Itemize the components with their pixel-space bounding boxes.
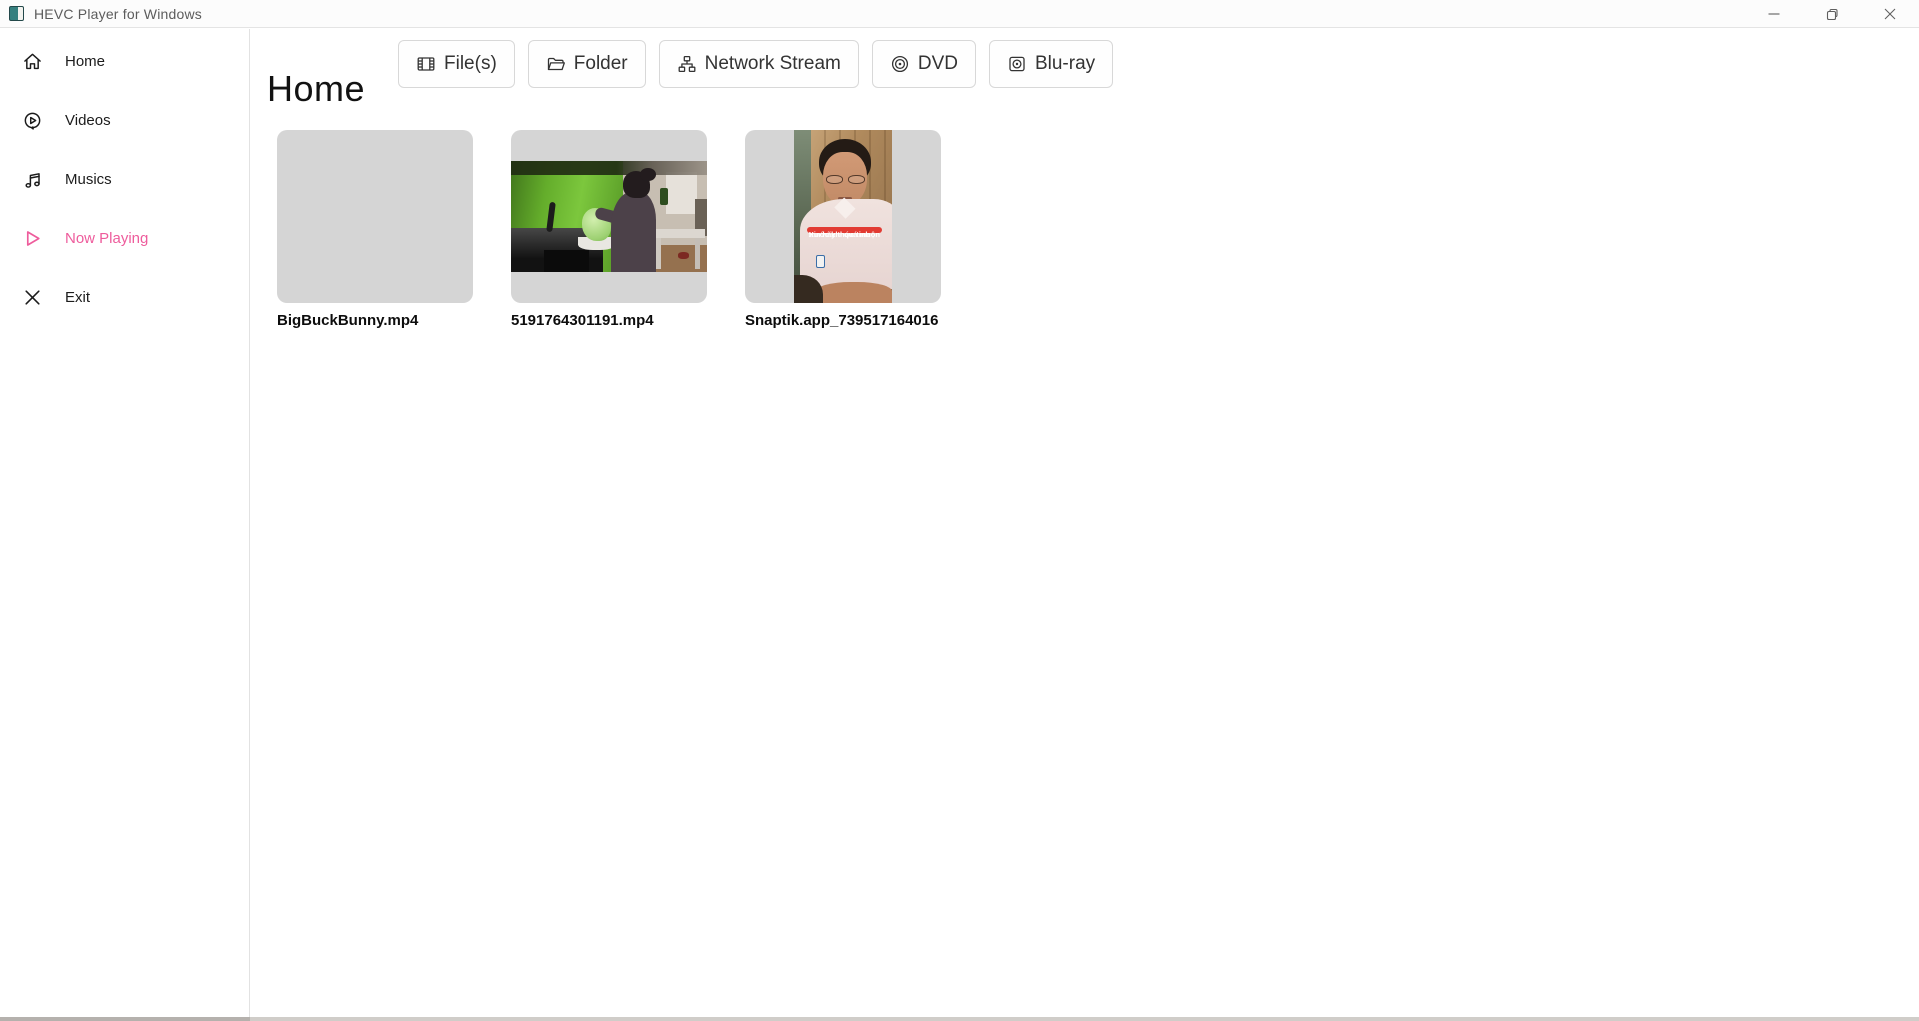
close-button[interactable] <box>1861 0 1919 28</box>
media-grid: BigBuckBunny.mp4 5191764301191.mp4 Xin h… <box>277 130 941 329</box>
sidebar-item-videos[interactable]: Videos <box>0 91 249 150</box>
bluray-icon <box>1009 56 1025 72</box>
video-thumbnail-kitchen[interactable] <box>511 130 707 303</box>
dvd-button[interactable]: DVD <box>871 40 976 88</box>
video-thumbnail-placeholder[interactable] <box>277 130 473 303</box>
dvd-button-label: DVD <box>917 53 958 74</box>
video-filename: 5191764301191.mp4 <box>511 312 654 329</box>
dvd-icon <box>891 55 908 73</box>
media-item-5191764301191: 5191764301191.mp4 <box>511 130 707 329</box>
minimize-icon <box>1768 13 1780 15</box>
sidebar-bottom-scrollbar[interactable] <box>0 1017 250 1021</box>
folder-button[interactable]: Folder <box>527 40 646 88</box>
media-item-bigbuckbunny: BigBuckBunny.mp4 <box>277 130 473 329</box>
app-logo-icon <box>9 6 24 21</box>
close-icon <box>1884 8 1896 20</box>
sidebar-item-home[interactable]: Home <box>0 32 249 91</box>
bottom-edge-right <box>250 1017 1919 1021</box>
exit-icon <box>22 287 43 308</box>
restore-icon <box>1826 8 1838 20</box>
sidebar-item-label: Videos <box>65 112 111 129</box>
sidebar-item-now-playing[interactable]: Now Playing <box>0 209 249 268</box>
sidebar-item-label: Musics <box>65 171 112 188</box>
sidebar: Home Videos Musics Now Playing Exit <box>0 29 250 1017</box>
folder-icon <box>547 57 565 71</box>
files-button-label: File(s) <box>444 53 497 74</box>
video-overlay-caption: Xin hãy thức tỉnh trước khi quá muộn <box>806 226 883 239</box>
folder-button-label: Folder <box>573 53 628 74</box>
caption-line: trước khi quá muộn <box>808 229 880 239</box>
network-stream-button-label: Network Stream <box>704 53 841 74</box>
film-icon <box>417 57 435 71</box>
restore-button[interactable] <box>1803 0 1861 28</box>
page-title: Home <box>267 68 366 109</box>
sidebar-item-exit[interactable]: Exit <box>0 268 249 327</box>
bluray-button[interactable]: Blu-ray <box>988 40 1114 88</box>
bluray-button-label: Blu-ray <box>1034 53 1096 74</box>
videos-icon <box>22 110 43 131</box>
musics-icon <box>22 169 43 190</box>
media-item-snaptik: Xin hãy thức tỉnh trước khi quá muộn Sna… <box>745 130 941 329</box>
sidebar-item-musics[interactable]: Musics <box>0 150 249 209</box>
window-controls <box>1745 0 1919 28</box>
main-content: Home File(s) Folder Network Stream DVD B… <box>251 29 1919 1017</box>
minimize-button[interactable] <box>1745 0 1803 28</box>
app-window: HEVC Player for Windows Home Videos Musi… <box>0 0 1919 1021</box>
window-title: HEVC Player for Windows <box>34 5 202 22</box>
sidebar-item-label: Home <box>65 53 106 70</box>
kitchen-scene-image <box>511 161 707 272</box>
sidebar-item-label: Now Playing <box>65 230 149 247</box>
video-filename: Snaptik.app_739517164016 <box>745 312 939 329</box>
titlebar: HEVC Player for Windows <box>0 0 1919 28</box>
window-bottom-edge <box>0 1017 1919 1021</box>
sidebar-item-label: Exit <box>65 289 91 306</box>
play-icon <box>22 228 43 249</box>
files-button[interactable]: File(s) <box>398 40 515 88</box>
network-icon <box>678 55 696 73</box>
network-stream-button[interactable]: Network Stream <box>658 40 859 88</box>
home-icon <box>22 51 43 72</box>
video-thumbnail-portrait[interactable]: Xin hãy thức tỉnh trước khi quá muộn <box>745 130 941 303</box>
toolbar: File(s) Folder Network Stream DVD Blu-ra… <box>398 40 1114 88</box>
portrait-man-image: Xin hãy thức tỉnh trước khi quá muộn <box>794 130 892 303</box>
video-filename: BigBuckBunny.mp4 <box>277 312 419 329</box>
